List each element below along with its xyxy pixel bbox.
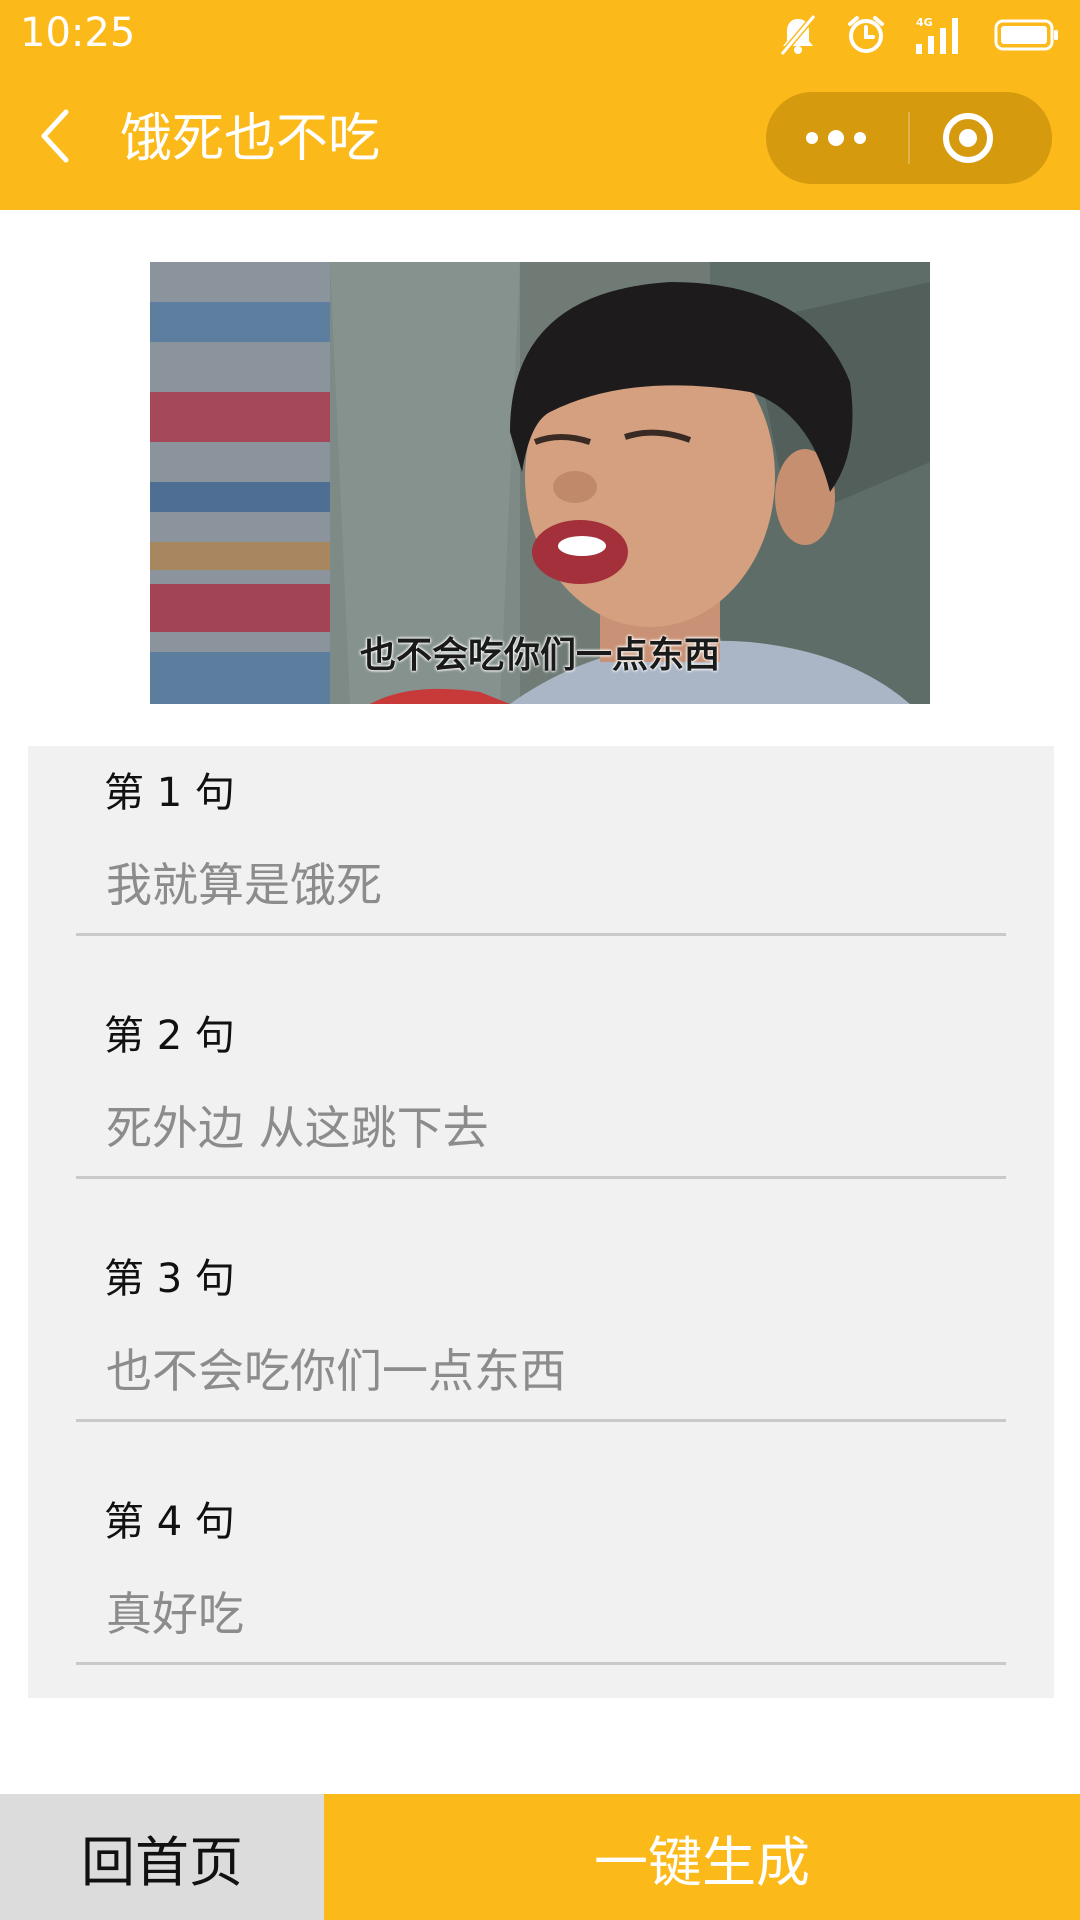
- status-time: 10:25: [20, 10, 136, 56]
- sentence-label-3: 第 3 句: [104, 1256, 235, 1302]
- network-type-label: 4G: [916, 16, 933, 29]
- alarm-icon: [846, 14, 886, 56]
- home-button[interactable]: 回首页: [0, 1794, 324, 1920]
- sentence-field-2: 第 2 句: [76, 989, 1006, 1189]
- sentence-input-1[interactable]: [76, 836, 1006, 936]
- sentence-input-2[interactable]: [76, 1079, 1006, 1179]
- target-circle-icon: [943, 113, 993, 163]
- meme-image: 也不会吃你们一点东西: [150, 262, 930, 704]
- sentence-field-1: 第 1 句: [76, 746, 1006, 946]
- mini-program-capsule: [766, 92, 1052, 184]
- sentence-field-3: 第 3 句: [76, 1232, 1006, 1432]
- more-button[interactable]: [766, 92, 908, 184]
- sentence-field-4: 第 4 句: [76, 1475, 1006, 1675]
- more-dots-icon: [806, 130, 866, 146]
- close-mini-program-button[interactable]: [910, 92, 1052, 184]
- sentence-label-2: 第 2 句: [104, 1013, 235, 1059]
- sentence-form: 第 1 句 第 2 句 第 3 句 第 4 句: [28, 746, 1054, 1698]
- sentence-label-1: 第 1 句: [104, 770, 235, 816]
- sentence-label-4: 第 4 句: [104, 1499, 235, 1545]
- top-bar: 10:25 4G 饿死也不吃: [0, 0, 1080, 210]
- back-button[interactable]: [32, 104, 82, 168]
- signal-icon: 4G: [914, 14, 966, 56]
- generate-button[interactable]: 一键生成: [324, 1794, 1080, 1920]
- sentence-input-3[interactable]: [76, 1322, 1006, 1422]
- meme-caption: 也不会吃你们一点东西: [359, 635, 720, 676]
- muted-bell-icon: [778, 14, 818, 56]
- sentence-input-4[interactable]: [76, 1565, 1006, 1665]
- page-title: 饿死也不吃: [120, 109, 381, 169]
- chevron-left-icon: [41, 109, 69, 163]
- battery-icon: [994, 18, 1060, 52]
- status-icons: 4G: [778, 12, 1060, 58]
